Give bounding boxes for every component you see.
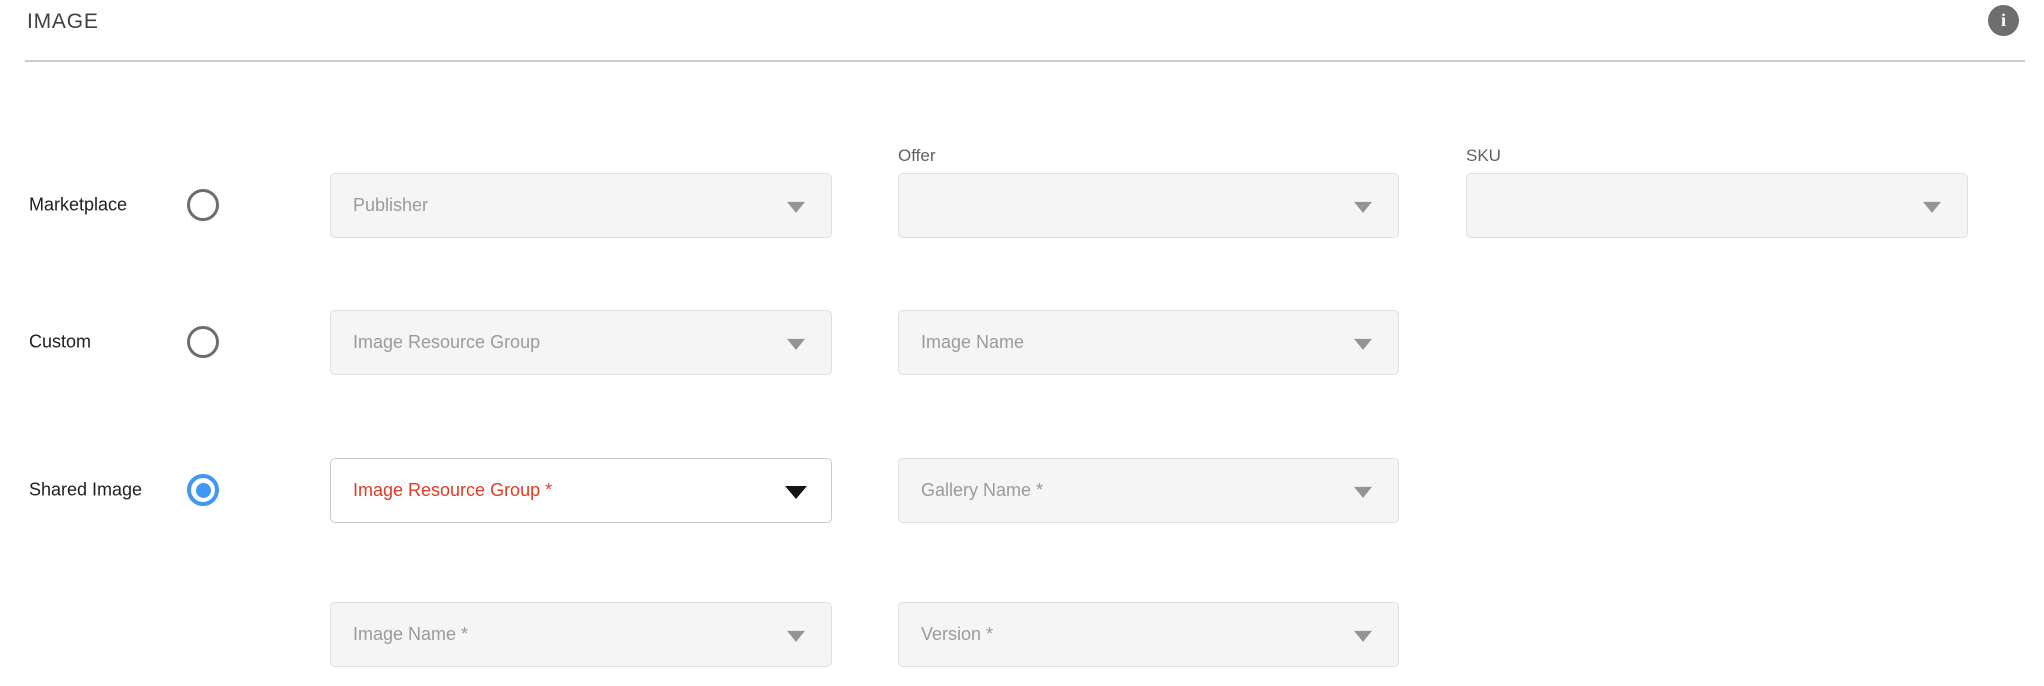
info-icon-glyph: i xyxy=(2001,10,2006,31)
field-label-sku: SKU xyxy=(1466,146,1968,166)
chevron-down-icon xyxy=(1354,486,1372,497)
dropdown-publisher-placeholder: Publisher xyxy=(353,195,428,216)
radio-label-marketplace: Marketplace xyxy=(29,195,127,216)
dropdown-version[interactable]: Version * xyxy=(898,602,1399,667)
dropdown-offer[interactable] xyxy=(898,173,1399,238)
dropdown-sku[interactable] xyxy=(1466,173,1968,238)
info-icon[interactable]: i xyxy=(1988,5,2019,36)
section-divider xyxy=(25,60,2025,62)
dropdown-custom-image-name[interactable]: Image Name xyxy=(898,310,1399,375)
chevron-down-icon xyxy=(1354,201,1372,212)
dropdown-shared-image-name[interactable]: Image Name * xyxy=(330,602,832,667)
dropdown-placeholder: Image Resource Group xyxy=(353,332,540,353)
dropdown-placeholder: Version * xyxy=(921,624,993,645)
dropdown-custom-image-resource-group[interactable]: Image Resource Group xyxy=(330,310,832,375)
dropdown-gallery-name[interactable]: Gallery Name * xyxy=(898,458,1399,523)
radio-selected-dot xyxy=(196,483,211,498)
section-title: IMAGE xyxy=(27,10,99,34)
radio-label-shared-image: Shared Image xyxy=(29,480,142,501)
radio-custom[interactable] xyxy=(187,326,219,358)
dropdown-shared-image-resource-group[interactable]: Image Resource Group * xyxy=(330,458,832,523)
chevron-down-icon xyxy=(1923,201,1941,212)
dropdown-placeholder: Image Name xyxy=(921,332,1024,353)
radio-label-custom: Custom xyxy=(29,332,91,353)
dropdown-publisher[interactable]: Publisher xyxy=(330,173,832,238)
image-section-panel: IMAGE i Marketplace Offer SKU Publisher … xyxy=(0,0,2044,686)
radio-marketplace[interactable] xyxy=(187,189,219,221)
dropdown-placeholder: Gallery Name * xyxy=(921,480,1043,501)
chevron-down-icon xyxy=(787,201,805,212)
chevron-down-icon xyxy=(1354,338,1372,349)
dropdown-required-placeholder: Image Resource Group * xyxy=(353,480,552,501)
chevron-down-icon xyxy=(785,486,807,499)
radio-shared-image[interactable] xyxy=(187,474,219,506)
chevron-down-icon xyxy=(787,338,805,349)
field-label-offer: Offer xyxy=(898,146,1399,166)
dropdown-placeholder: Image Name * xyxy=(353,624,468,645)
chevron-down-icon xyxy=(787,630,805,641)
chevron-down-icon xyxy=(1354,630,1372,641)
